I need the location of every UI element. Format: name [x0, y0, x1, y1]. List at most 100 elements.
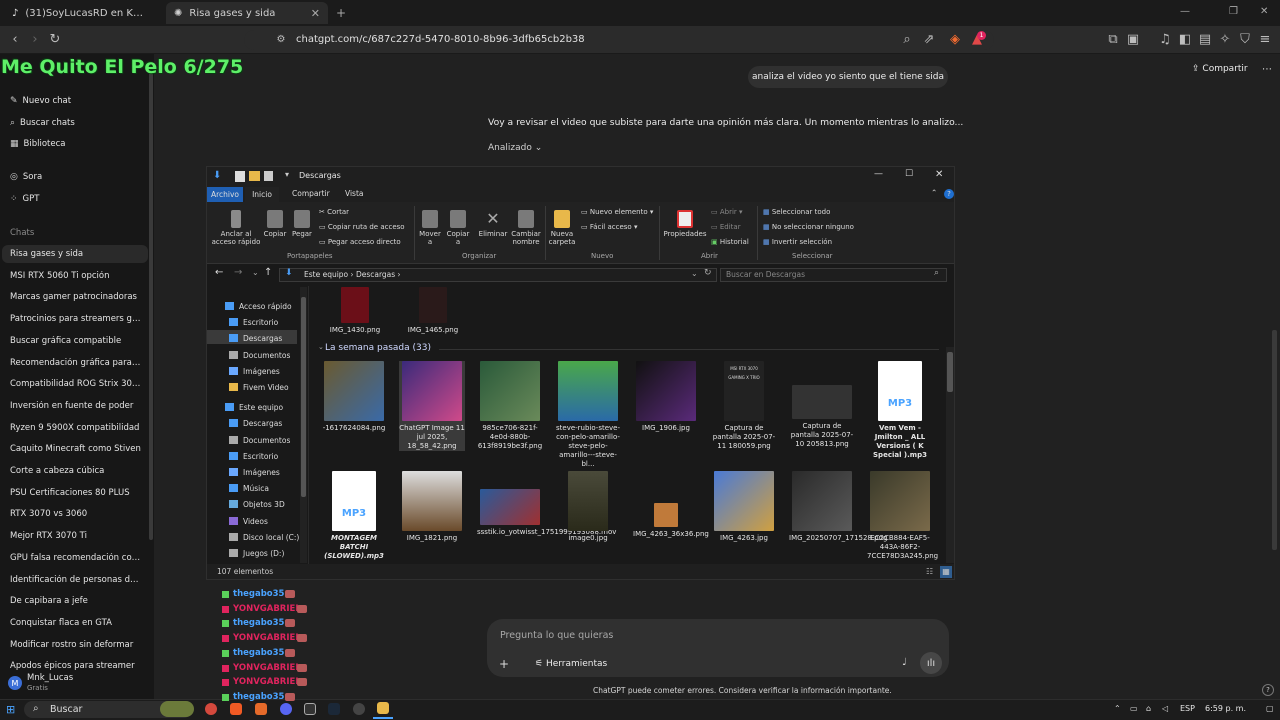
forward-icon[interactable]: ›: [26, 30, 44, 48]
tree-item[interactable]: Este equipo: [225, 403, 283, 412]
sidebar-chat-item[interactable]: Conquistar flaca en GTA: [10, 618, 142, 628]
help-icon[interactable]: ?: [1262, 684, 1274, 696]
sidebar-chat-item[interactable]: Recomendación gráfica para PC: [10, 358, 142, 368]
discord-icon[interactable]: [280, 703, 292, 715]
wallet-icon[interactable]: ▤: [1196, 30, 1214, 48]
site-info-icon[interactable]: ⚙: [272, 30, 290, 48]
tree-item[interactable]: Escritorio: [229, 318, 278, 327]
file-item[interactable]: ChatGPT Image 11 jul 2025, 18_58_42.png: [399, 361, 465, 451]
move-to-button[interactable]: Mover a: [417, 210, 443, 246]
tree-item[interactable]: Descargas: [229, 419, 282, 428]
share-button[interactable]: ⇪ Compartir: [1192, 64, 1248, 74]
search-chats-button[interactable]: ⌕ Buscar chats: [10, 118, 142, 128]
file-item[interactable]: IMG_1906.jpg: [633, 361, 699, 433]
new-tab-icon[interactable]: +: [336, 6, 346, 20]
reload-icon[interactable]: ↻: [46, 30, 64, 48]
tree-item[interactable]: Música: [229, 484, 269, 493]
tree-scrollbar[interactable]: [300, 287, 307, 563]
invert-selection-button[interactable]: ▦ Invertir selección: [763, 238, 832, 246]
select-none-button[interactable]: ▦ No seleccionar ninguno: [763, 223, 854, 231]
copy-path-button[interactable]: ▭ Copiar ruta de acceso: [319, 223, 405, 231]
details-view-icon[interactable]: ☷: [926, 567, 933, 576]
group-header[interactable]: La semana pasada (33): [325, 343, 431, 353]
explorer-address-bar[interactable]: Este equipo › Descargas ›: [279, 268, 717, 282]
zoom-icon[interactable]: ⌕: [898, 30, 916, 48]
large-icons-view-icon[interactable]: ▦: [940, 566, 952, 578]
folder-qat-icon[interactable]: [249, 171, 260, 181]
sidebar-chat-item[interactable]: Inversión en fuente de poder: [10, 401, 142, 411]
main-scrollbar[interactable]: [1272, 330, 1277, 550]
copy-button[interactable]: Copiar: [263, 210, 287, 238]
path-segment[interactable]: Descargas: [356, 270, 395, 279]
history-button[interactable]: ▣ Historial: [711, 238, 749, 246]
sidebar-chat-item[interactable]: Mejor RTX 3070 Ti: [10, 531, 142, 541]
new-item-button[interactable]: ▭ Nuevo elemento ▾: [581, 208, 653, 216]
file-item[interactable]: IMG_1465.png: [400, 287, 466, 335]
file-item[interactable]: Captura de pantalla 2025-07-10 205813.pn…: [789, 361, 855, 449]
easy-access-button[interactable]: ▭ Fácil acceso ▾: [581, 223, 637, 231]
ribbon-collapse-icon[interactable]: ⌃: [931, 188, 937, 197]
microphone-icon[interactable]: ♩: [902, 657, 907, 668]
sora-button[interactable]: ◎ Sora: [10, 172, 142, 182]
vpn-icon[interactable]: ⛉: [1236, 30, 1254, 48]
close-window-icon[interactable]: ✕: [1260, 6, 1268, 17]
network-icon[interactable]: ⌂: [1146, 704, 1151, 713]
sidebar-scrollbar[interactable]: [149, 70, 153, 540]
explorer-close-icon[interactable]: ✕: [935, 169, 943, 180]
sidebar-chat-item[interactable]: Apodos épicos para streamer: [10, 661, 142, 671]
tab-compartir[interactable]: Compartir: [292, 189, 330, 198]
tab-vista[interactable]: Vista: [345, 189, 364, 198]
up-arrow-icon[interactable]: ↑: [264, 267, 272, 278]
sidebar-toggle-icon[interactable]: ◧: [1176, 30, 1194, 48]
tree-item[interactable]: Fivem Video: [229, 383, 289, 392]
tray-app-icon[interactable]: ▭: [1130, 704, 1138, 713]
forward-arrow-icon[interactable]: →: [234, 267, 242, 278]
tree-item[interactable]: Documentos: [229, 350, 290, 360]
notifications-icon[interactable]: ▢: [1266, 704, 1274, 713]
paste-shortcut-button[interactable]: ▭ Pegar acceso directo: [319, 238, 401, 246]
browser-tab-chatgpt[interactable]: ✺ Risa gases y sida ✕: [166, 2, 328, 24]
tree-item[interactable]: Disco local (C:): [229, 532, 299, 542]
cut-button[interactable]: ✂ Cortar: [319, 208, 349, 216]
sidebar-chat-item[interactable]: MSI RTX 5060 Ti opción: [10, 271, 142, 281]
brave-shield-icon[interactable]: ◈: [946, 30, 964, 48]
sidebar-chat-item[interactable]: Ryzen 9 5900X compatibilidad: [10, 423, 142, 433]
properties-qat-icon[interactable]: [235, 171, 245, 182]
library-button[interactable]: ▦ Biblioteca: [10, 139, 142, 149]
url-text[interactable]: chatgpt.com/c/687c227d-5470-8010-8b96-3d…: [296, 34, 585, 45]
avatar[interactable]: M: [8, 676, 22, 690]
tree-item[interactable]: Imágenes: [229, 468, 280, 477]
explorer-minimize-icon[interactable]: —: [874, 169, 883, 179]
file-item[interactable]: ssstik.io_yotwisst_1751999193088.mov: [477, 471, 616, 537]
clock[interactable]: 6:59 p. m.: [1205, 704, 1246, 713]
volume-icon[interactable]: ◁: [1162, 704, 1168, 713]
recent-dropdown-icon[interactable]: ⌄: [252, 268, 259, 277]
sidebar-chat-item[interactable]: Buscar gráfica compatible: [10, 336, 142, 346]
sidebar-chat-item[interactable]: PSU Certificaciones 80 PLUS: [10, 488, 142, 498]
music-icon[interactable]: ♫: [1156, 30, 1174, 48]
help-icon[interactable]: ?: [944, 189, 954, 199]
tab-inicio[interactable]: Inicio: [245, 187, 279, 202]
tools-button[interactable]: ⚟ Herramientas: [535, 659, 607, 669]
file-item[interactable]: EC2CB884-EAF5-443A-86F2-7CCE78D3A245.png: [867, 471, 938, 561]
sidebar-chat-item[interactable]: RTX 3070 vs 3060: [10, 509, 142, 519]
file-item[interactable]: image0.jpg: [555, 471, 621, 543]
gpt-button[interactable]: ⁘ GPT: [10, 194, 142, 204]
rename-button[interactable]: Cambiar nombre: [509, 210, 543, 246]
minimize-icon[interactable]: —: [1180, 6, 1190, 17]
windows-start-icon[interactable]: ⊞: [6, 703, 15, 716]
new-chat-button[interactable]: ✎ Nuevo chat: [10, 96, 142, 106]
files-scrollbar-thumb[interactable]: [947, 352, 953, 392]
file-explorer-taskbar-icon[interactable]: [377, 702, 389, 714]
path-dropdown-icon[interactable]: ⌄: [691, 269, 698, 278]
file-item[interactable]: MP3 MONTAGEM BATCHI (SLOWED).mp3: [321, 471, 387, 561]
file-item[interactable]: -1617624084.png: [321, 361, 387, 433]
language-indicator[interactable]: ESP: [1180, 704, 1195, 713]
back-arrow-icon[interactable]: ←: [215, 267, 223, 278]
paste-button[interactable]: Pegar: [291, 210, 313, 238]
file-item[interactable]: IMG_1430.png: [322, 287, 388, 335]
file-item[interactable]: 985ce706-821f-4e0d-880b-613f8919be3f.png: [477, 361, 543, 451]
copy-to-button[interactable]: Copiar a: [445, 210, 471, 246]
file-item[interactable]: IMG_1821.png: [399, 471, 465, 543]
sidebar-chat-item[interactable]: Risa gases y sida: [10, 249, 142, 259]
